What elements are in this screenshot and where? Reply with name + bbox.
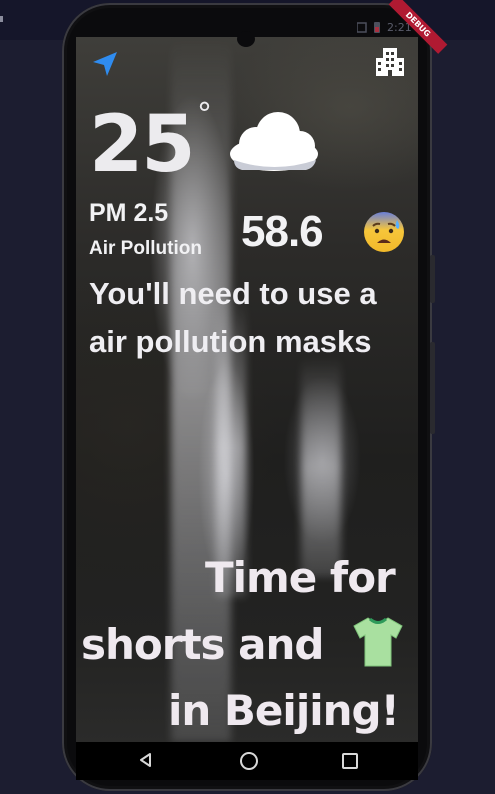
cloud-icon <box>230 112 318 171</box>
power-button <box>430 342 435 434</box>
t-shirt-icon <box>353 617 403 667</box>
front-camera <box>237 31 255 47</box>
air-pollution-label: Air Pollution <box>89 238 202 259</box>
navigation-arrow-icon[interactable] <box>90 49 120 79</box>
advice-text: You'll need to use a air pollution masks <box>89 276 377 359</box>
home-icon[interactable] <box>240 752 258 770</box>
temperature-value: 25 <box>89 100 196 190</box>
headline-line-1: Time for <box>205 553 396 602</box>
recent-apps-icon[interactable] <box>342 753 358 769</box>
back-icon[interactable] <box>138 752 154 768</box>
pm-metric-label: PM 2.5 <box>89 199 169 227</box>
pm-value: 58.6 <box>241 207 324 256</box>
waterfall-stream <box>301 357 341 577</box>
status-icons <box>357 22 380 33</box>
degree-symbol: ° <box>197 97 212 132</box>
window-edge-glyph <box>0 16 3 22</box>
headline-line-3: in Beijing! <box>168 686 400 735</box>
volume-button <box>430 255 435 303</box>
city-buildings-icon[interactable] <box>373 46 407 78</box>
headline-line-2: shorts and <box>81 620 324 669</box>
worried-face-icon <box>364 212 404 252</box>
